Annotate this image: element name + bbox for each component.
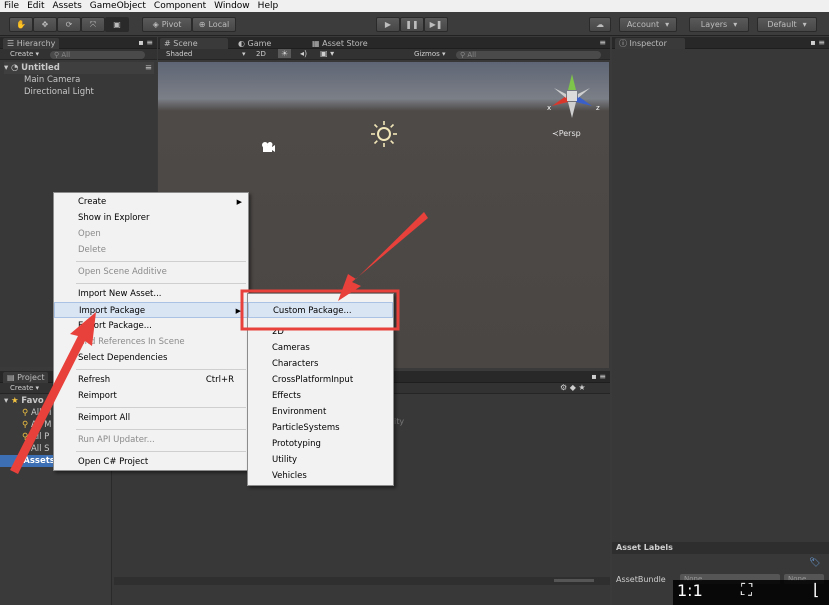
zoom-ratio-label[interactable]: 1:1 (677, 581, 703, 600)
highlight-box (240, 289, 400, 331)
fullscreen-icon[interactable]: ⌊ (813, 580, 819, 599)
annotation-overlay (10, 212, 428, 474)
image-viewer-bar: 1:1 ⛶ ⌊ (673, 580, 829, 605)
annotation-arrow-up (10, 312, 96, 474)
fit-screen-icon[interactable]: ⛶ (741, 580, 752, 600)
annotation-arrow-down (338, 212, 428, 301)
